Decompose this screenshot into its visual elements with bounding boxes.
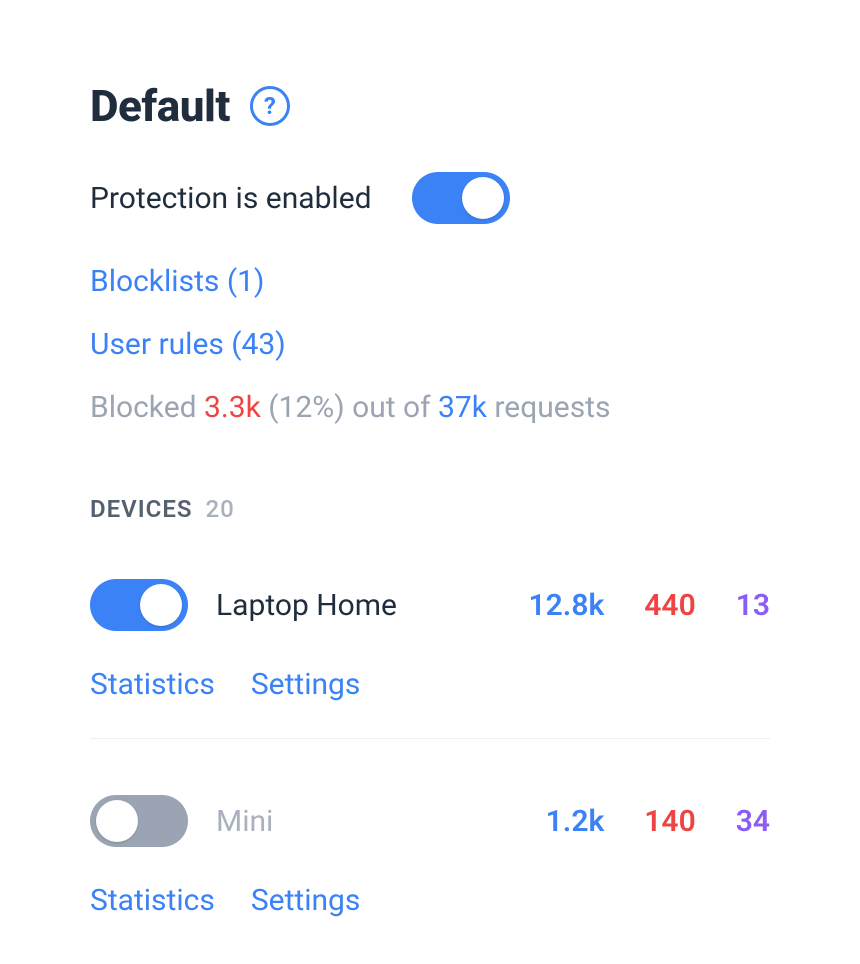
device-toggle[interactable] xyxy=(90,795,188,847)
device-stat-blocked: 140 xyxy=(644,804,695,839)
summary-percent: (12%) xyxy=(261,390,352,425)
divider xyxy=(90,738,770,739)
page-title: Default xyxy=(90,80,230,132)
toggle-knob xyxy=(462,177,504,219)
user-rules-link[interactable]: User rules (43) xyxy=(90,327,770,362)
blocked-summary: Blocked 3.3k (12%) out of 37k requests xyxy=(90,390,770,425)
toggle-knob xyxy=(140,584,182,626)
help-question-glyph: ? xyxy=(264,94,276,118)
protection-status-text: Protection is enabled xyxy=(90,181,372,216)
summary-blocked-count: 3.3k xyxy=(204,390,261,425)
device-stat-other: 13 xyxy=(736,588,770,623)
device-statistics-link[interactable]: Statistics xyxy=(90,883,215,918)
devices-label: DEVICES xyxy=(90,495,193,523)
devices-header: DEVICES 20 xyxy=(90,495,770,523)
device-item: Mini 1.2k 140 34 Statistics Settings xyxy=(90,795,770,918)
device-stat-other: 34 xyxy=(736,804,770,839)
device-settings-link[interactable]: Settings xyxy=(251,667,361,702)
device-stat-requests: 12.8k xyxy=(529,588,605,623)
device-stat-blocked: 440 xyxy=(644,588,695,623)
device-item: Laptop Home 12.8k 440 13 Statistics Sett… xyxy=(90,579,770,702)
device-statistics-link[interactable]: Statistics xyxy=(90,667,215,702)
summary-total-count: 37k xyxy=(438,390,487,425)
summary-prefix: Blocked xyxy=(90,390,204,425)
device-toggle[interactable] xyxy=(90,579,188,631)
help-icon[interactable]: ? xyxy=(250,86,290,126)
device-settings-link[interactable]: Settings xyxy=(251,883,361,918)
device-name: Laptop Home xyxy=(216,588,397,623)
blocklists-link[interactable]: Blocklists (1) xyxy=(90,264,770,299)
summary-mid: out of xyxy=(352,390,438,425)
protection-toggle[interactable] xyxy=(412,172,510,224)
devices-count: 20 xyxy=(206,495,235,523)
device-stat-requests: 1.2k xyxy=(546,804,605,839)
device-name: Mini xyxy=(216,804,273,839)
summary-suffix: requests xyxy=(487,390,611,425)
toggle-knob xyxy=(96,800,138,842)
